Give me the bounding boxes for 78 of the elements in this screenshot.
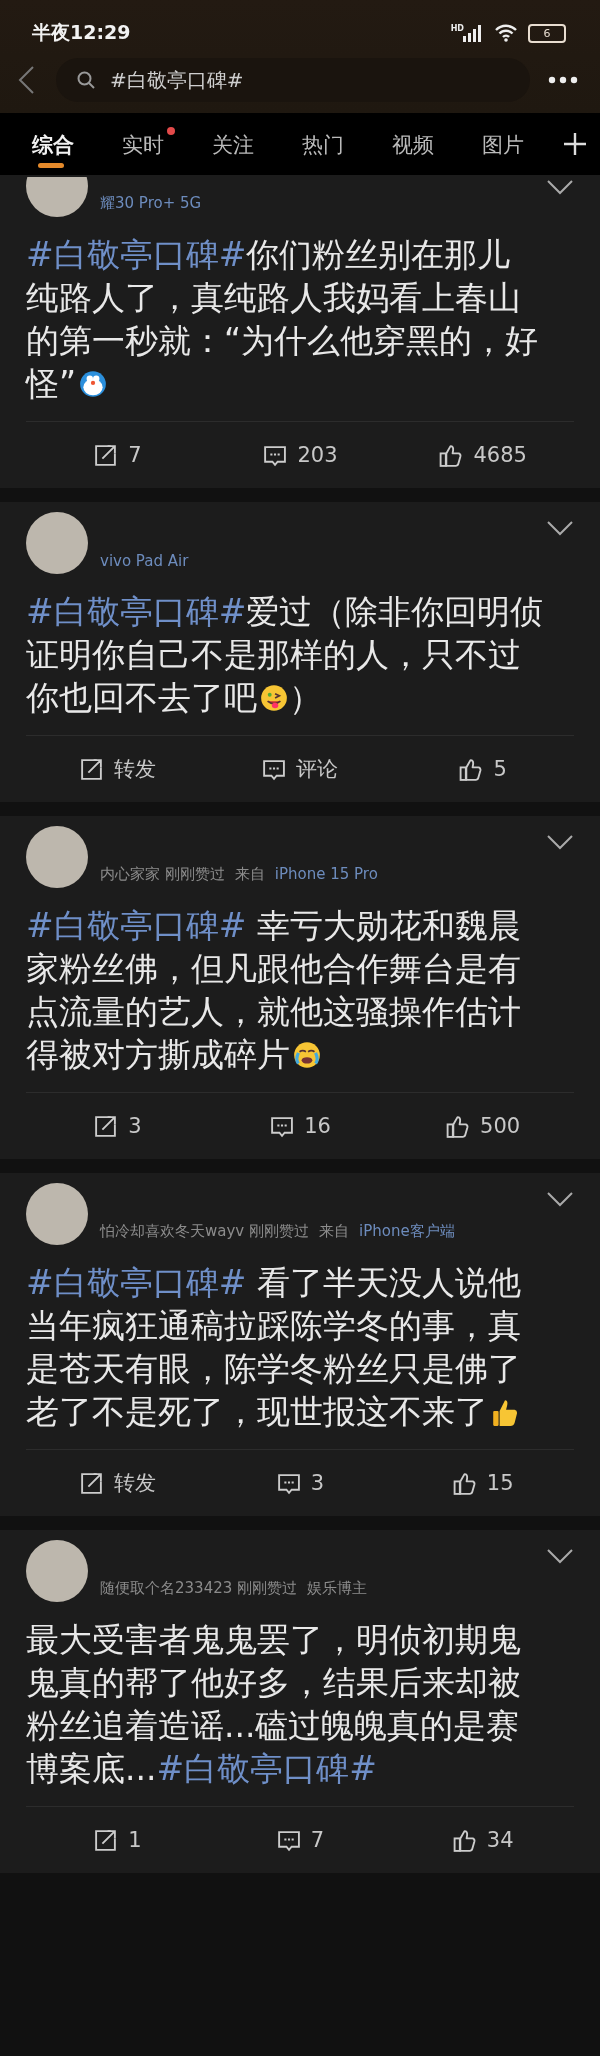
comment-button[interactable]: 评论 (208, 755, 392, 783)
tab[interactable]: 视频 (392, 120, 482, 168)
comment-button[interactable]: 16 (208, 1113, 392, 1139)
like-icon (451, 1827, 477, 1853)
text-line: 点流量的艺人，就他这骚操作估计 (26, 991, 521, 1032)
device-label: vivo Pad Air (100, 552, 189, 570)
network-label: HD (450, 24, 464, 33)
text-line: 得被对方撕成碎片 (26, 1034, 290, 1075)
meta-text: 内心家家 刚刚赞过 (100, 865, 225, 884)
text-line: 粉丝追着造谣...磕过魄魄真的是赛 (26, 1705, 520, 1746)
like-button[interactable]: 4685 (391, 442, 574, 468)
text-line: ） (289, 677, 322, 718)
like-button[interactable]: 34 (391, 1827, 574, 1853)
more-icon[interactable] (548, 76, 578, 84)
share-icon (93, 1113, 119, 1139)
repost-button[interactable]: 3 (26, 1113, 209, 1139)
like-icon (458, 756, 484, 782)
meta-text: 来自 (234, 865, 265, 884)
text-line: 老了不是死了，现世报这不来了 (26, 1391, 488, 1432)
like-button[interactable]: 15 (391, 1470, 574, 1496)
text-line: #白敬亭口碑# 看了半天没人说他 (26, 1262, 521, 1303)
repost-button[interactable]: 1 (26, 1827, 209, 1853)
clock-time: 半夜12:29 (32, 20, 131, 45)
meta-text: 怕冷却喜欢冬天wayv 刚刚赞过 (100, 1222, 309, 1241)
text-line: 证明你自己不是那样的人，只不过 (26, 634, 521, 675)
text-line: 怪” (26, 363, 77, 404)
like-button[interactable]: 5 (391, 756, 574, 782)
search-icon (76, 70, 96, 90)
tab[interactable]: 综合 (32, 120, 122, 168)
text-line: #白敬亭口碑# 幸亏大勋花和魏晨 (26, 905, 521, 946)
chevron-down-icon[interactable] (546, 1548, 574, 1564)
like-icon (445, 1113, 471, 1139)
repost-button[interactable]: 7 (26, 442, 209, 468)
device-label: iPhone 15 Pro (274, 865, 378, 884)
meta-text: 随便取个名233423 刚刚赞过 (100, 1579, 298, 1598)
comment-button[interactable]: 3 (208, 1470, 392, 1496)
share-icon (78, 756, 104, 782)
chevron-down-icon[interactable] (546, 179, 574, 195)
battery-level: 6 (528, 23, 566, 43)
emoji-icon (259, 682, 289, 713)
text-line: 最大受害者鬼鬼罢了，明侦初期鬼 (26, 1619, 521, 1660)
share-icon (93, 1827, 119, 1853)
text-line: 家粉丝佛，但凡跟他合作舞台是有 (26, 948, 521, 989)
device-label: 耀30 Pro+ 5G (100, 194, 202, 213)
chevron-down-icon[interactable] (546, 834, 574, 850)
tab[interactable]: 实时 (122, 120, 212, 168)
tab[interactable]: 图片 (482, 120, 572, 168)
repost-button[interactable]: 转发 (26, 1469, 209, 1497)
text-line: 纯路人了，真纯路人我妈看上春山 (26, 277, 521, 318)
text-line: 鬼真的帮了他好多，结果后来却被 (26, 1662, 521, 1703)
like-button[interactable]: 500 (391, 1113, 574, 1139)
text-line: 是苍天有眼，陈学冬粉丝只是佛了 (26, 1348, 521, 1389)
text-line: 当年疯狂通稿拉踩陈学冬的事，真 (26, 1305, 521, 1346)
search-field[interactable]: #白敬亭口碑# (56, 58, 530, 102)
share-icon (78, 1470, 104, 1496)
meta-text: 娱乐博主 (307, 1579, 368, 1598)
device-label: iPhone客户端 (359, 1222, 455, 1241)
share-icon (93, 442, 119, 468)
text-line: 博案底...#白敬亭口碑# (26, 1748, 377, 1789)
emoji-icon (292, 1039, 322, 1070)
chevron-down-icon[interactable] (546, 520, 574, 536)
tab[interactable]: 热门 (302, 120, 392, 168)
tab[interactable]: 关注 (212, 120, 302, 168)
text-line: #白敬亭口碑#爱过（除非你回明侦 (26, 591, 544, 632)
text-line: 你也回不去了吧 (26, 677, 257, 718)
text-line: #白敬亭口碑#你们粉丝别在那儿 (26, 234, 511, 275)
like-icon (451, 1470, 477, 1496)
text-line: 的第一秒就：“为什么他穿黑的，好 (26, 320, 539, 361)
chevron-down-icon[interactable] (546, 1191, 574, 1207)
comment-button[interactable]: 203 (208, 442, 392, 468)
comment-button[interactable]: 7 (208, 1827, 392, 1853)
repost-button[interactable]: 转发 (26, 755, 209, 783)
add-icon[interactable] (562, 131, 588, 157)
emoji-icon (78, 368, 109, 399)
signal-icon (462, 24, 484, 42)
like-icon (438, 442, 464, 468)
meta-text: 来自 (319, 1222, 349, 1241)
wifi-icon (494, 24, 518, 42)
